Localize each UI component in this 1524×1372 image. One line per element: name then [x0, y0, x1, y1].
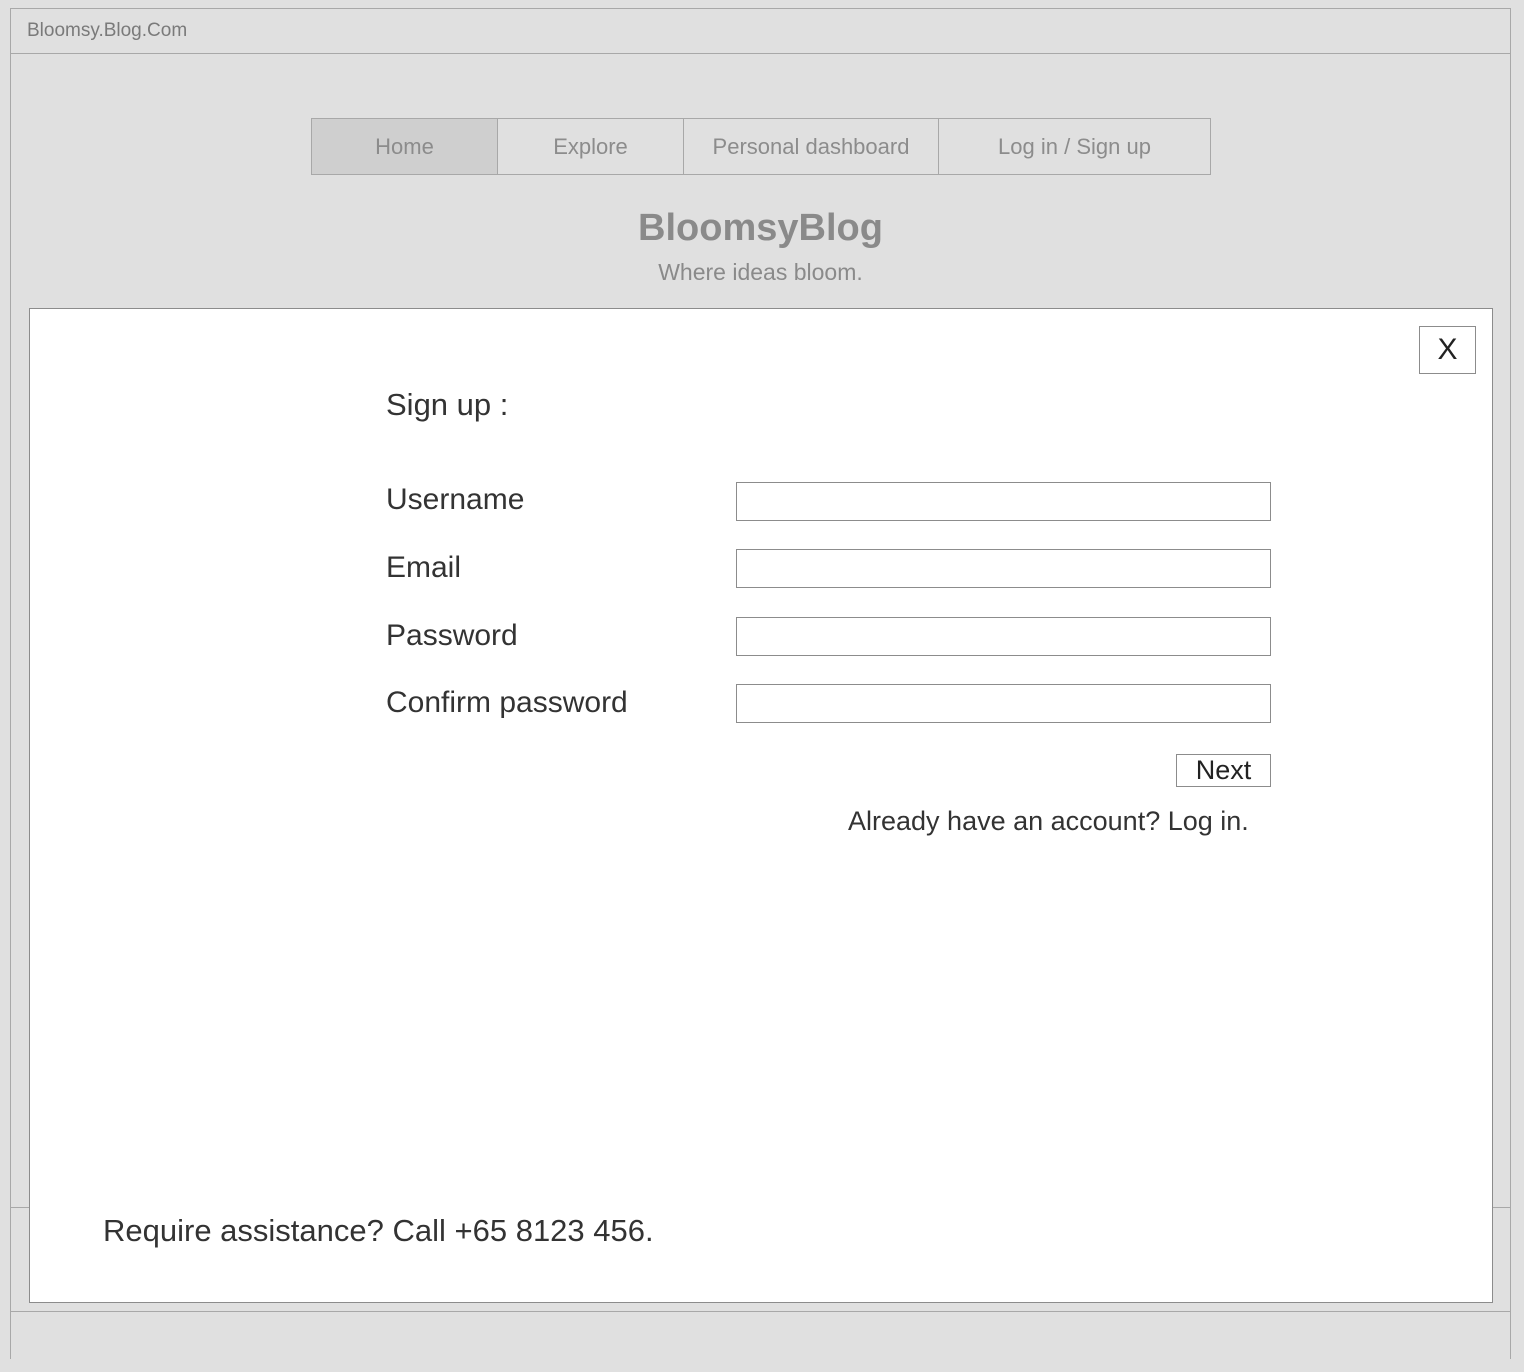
- nav-tab-personal-dashboard[interactable]: Personal dashboard: [684, 119, 939, 174]
- next-button[interactable]: Next: [1176, 754, 1271, 787]
- confirm-password-input[interactable]: [736, 684, 1271, 723]
- nav-tab-login-signup[interactable]: Log in / Sign up: [939, 119, 1210, 174]
- site-tagline: Where ideas bloom.: [658, 259, 863, 285]
- assistance-text: Require assistance? Call +65 8123 456.: [103, 1213, 654, 1248]
- footer-bar: [11, 1311, 1510, 1359]
- username-input[interactable]: [736, 482, 1271, 521]
- email-input[interactable]: [736, 549, 1271, 588]
- password-input[interactable]: [736, 617, 1271, 656]
- login-link[interactable]: Already have an account? Log in.: [848, 806, 1249, 837]
- confirm-password-label: Confirm password: [386, 686, 628, 719]
- url-text: Bloomsy.Blog.Com: [27, 20, 188, 41]
- nav-tab-explore[interactable]: Explore: [498, 119, 684, 174]
- username-label: Username: [386, 483, 525, 516]
- email-label: Email: [386, 551, 462, 584]
- form-title: Sign up :: [386, 387, 509, 422]
- password-label: Password: [386, 619, 518, 652]
- close-button[interactable]: X: [1419, 326, 1476, 374]
- address-bar[interactable]: Bloomsy.Blog.Com: [11, 9, 1510, 54]
- site-title: BloomsyBlog: [638, 207, 883, 249]
- signup-modal: X Sign up : Username Email Password Conf…: [29, 308, 1493, 1303]
- nav-tab-home[interactable]: Home: [312, 119, 498, 174]
- main-nav: Home Explore Personal dashboard Log in /…: [311, 118, 1211, 175]
